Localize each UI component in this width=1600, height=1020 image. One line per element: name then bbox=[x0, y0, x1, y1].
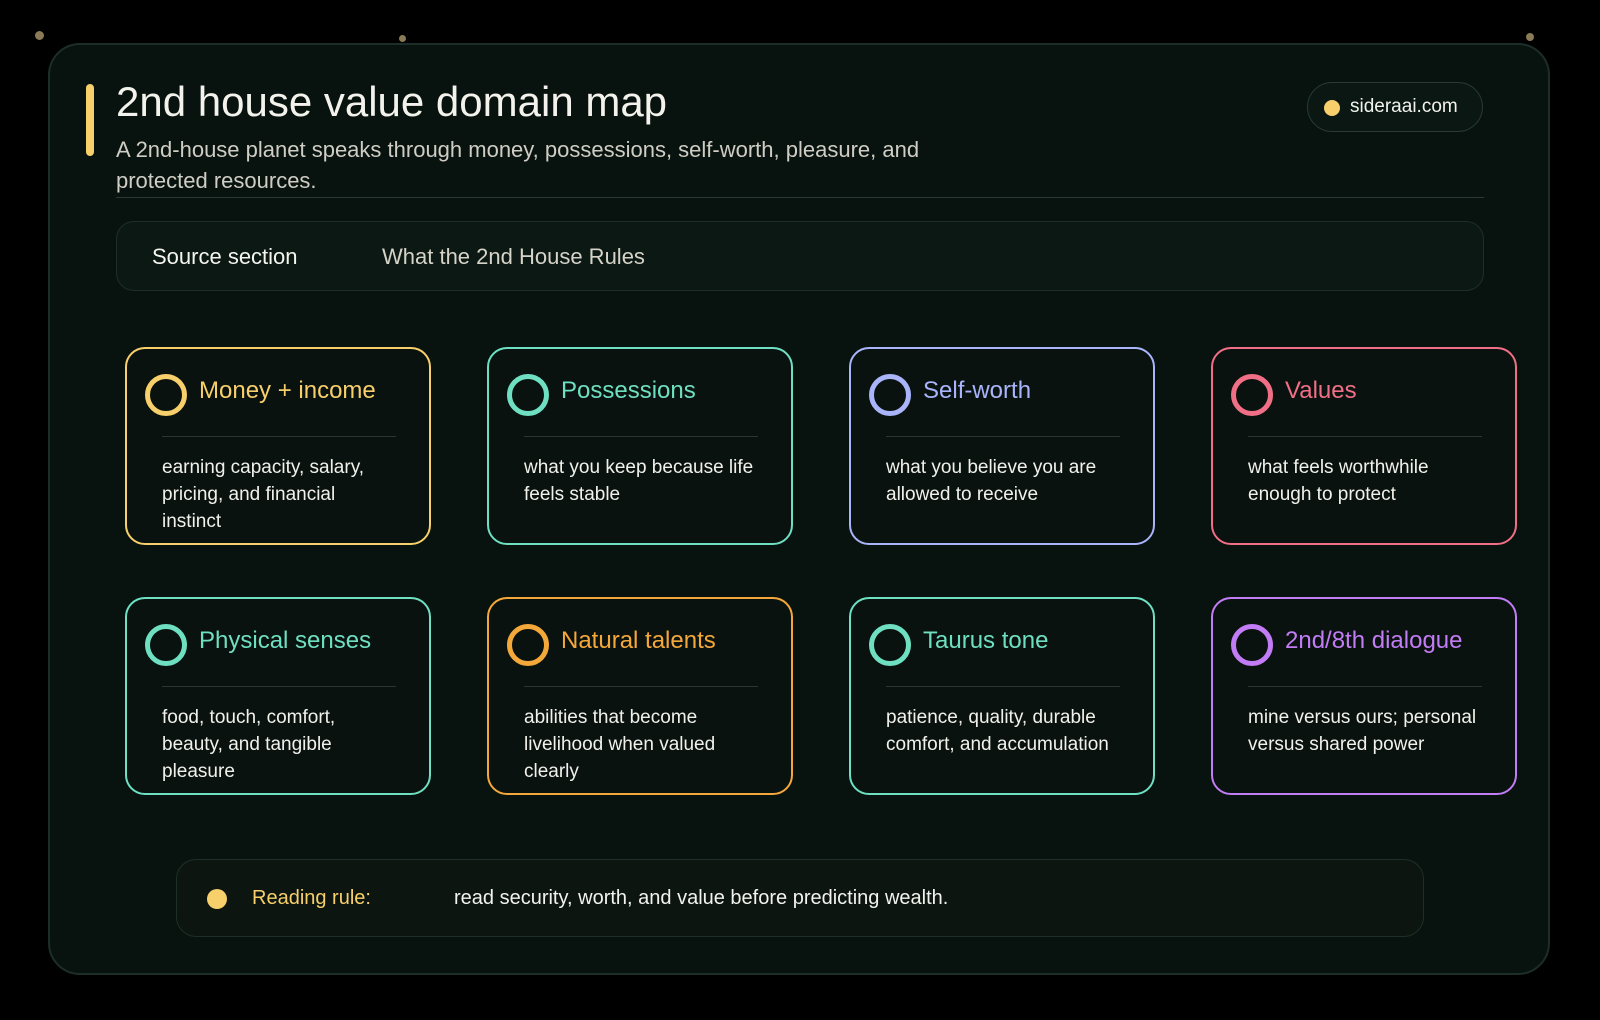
corner-dot-left bbox=[35, 31, 44, 40]
card-title: Physical senses bbox=[199, 627, 372, 654]
brand-label: sideraai.com bbox=[1350, 96, 1458, 117]
circle-icon bbox=[869, 624, 911, 666]
circle-icon bbox=[1231, 624, 1273, 666]
card-description: earning capacity, salary, pricing, and f… bbox=[162, 457, 365, 532]
domain-card-physical-senses: Physical senses food, touch, comfort, be… bbox=[125, 597, 431, 795]
source-section-bar: Source section What the 2nd House Rules bbox=[116, 221, 1484, 291]
card-divider bbox=[524, 436, 758, 437]
domain-card-2nd-8th-dialogue: 2nd/8th dialogue mine versus ours; perso… bbox=[1211, 597, 1517, 795]
card-divider bbox=[1248, 436, 1482, 437]
card-description: food, touch, comfort, beauty, and tangib… bbox=[162, 707, 336, 782]
circle-icon bbox=[1231, 374, 1273, 416]
card-description: what you believe you are allowed to rece… bbox=[886, 457, 1097, 505]
domain-card-natural-talents: Natural talents abilities that become li… bbox=[487, 597, 793, 795]
source-value: What the 2nd House Rules bbox=[382, 244, 645, 269]
circle-icon bbox=[507, 624, 549, 666]
card-divider bbox=[162, 686, 396, 687]
card-divider bbox=[1248, 686, 1482, 687]
brand-dot-icon bbox=[1324, 100, 1340, 116]
reading-rule-label: Reading rule: bbox=[252, 887, 371, 909]
card-description: abilities that become livelihood when va… bbox=[524, 707, 716, 782]
title-accent-bar bbox=[86, 84, 94, 156]
card-title: Self-worth bbox=[923, 377, 1032, 404]
bullet-dot-icon bbox=[207, 889, 227, 909]
circle-icon bbox=[145, 374, 187, 416]
circle-icon bbox=[869, 374, 911, 416]
corner-dot-middle bbox=[399, 35, 406, 42]
page-title: 2nd house value domain map bbox=[116, 78, 668, 125]
card-description: what feels worthwhile enough to protect bbox=[1248, 457, 1429, 505]
circle-icon bbox=[507, 374, 549, 416]
domain-card-self-worth: Self-worth what you believe you are allo… bbox=[849, 347, 1155, 545]
domain-card-values: Values what feels worthwhile enough to p… bbox=[1211, 347, 1517, 545]
card-description: mine versus ours; personal versus shared… bbox=[1248, 707, 1477, 755]
card-title: Natural talents bbox=[561, 627, 716, 654]
card-description: what you keep because life feels stable bbox=[524, 457, 754, 505]
card-title: Values bbox=[1285, 377, 1357, 404]
reading-rule-text: read security, worth, and value before p… bbox=[454, 887, 949, 909]
domain-card-money-income: Money + income earning capacity, salary,… bbox=[125, 347, 431, 545]
card-title: Possessions bbox=[561, 377, 696, 404]
source-label: Source section bbox=[152, 244, 298, 269]
card-divider bbox=[886, 686, 1120, 687]
circle-icon bbox=[145, 624, 187, 666]
card-title: Money + income bbox=[199, 377, 376, 404]
header-divider bbox=[116, 197, 1484, 198]
card-title: 2nd/8th dialogue bbox=[1285, 627, 1463, 654]
card-description: patience, quality, durable comfort, and … bbox=[886, 707, 1109, 755]
corner-dot-right bbox=[1526, 33, 1534, 41]
card-title: Taurus tone bbox=[923, 627, 1049, 654]
card-divider bbox=[524, 686, 758, 687]
domain-card-taurus-tone: Taurus tone patience, quality, durable c… bbox=[849, 597, 1155, 795]
brand-badge[interactable]: sideraai.com bbox=[1307, 82, 1483, 132]
card-divider bbox=[162, 436, 396, 437]
page-subtitle: A 2nd-house planet speaks through money,… bbox=[116, 137, 920, 193]
domain-card-possessions: Possessions what you keep because life f… bbox=[487, 347, 793, 545]
reading-rule-bar: Reading rule: read security, worth, and … bbox=[176, 859, 1424, 937]
card-divider bbox=[886, 436, 1120, 437]
